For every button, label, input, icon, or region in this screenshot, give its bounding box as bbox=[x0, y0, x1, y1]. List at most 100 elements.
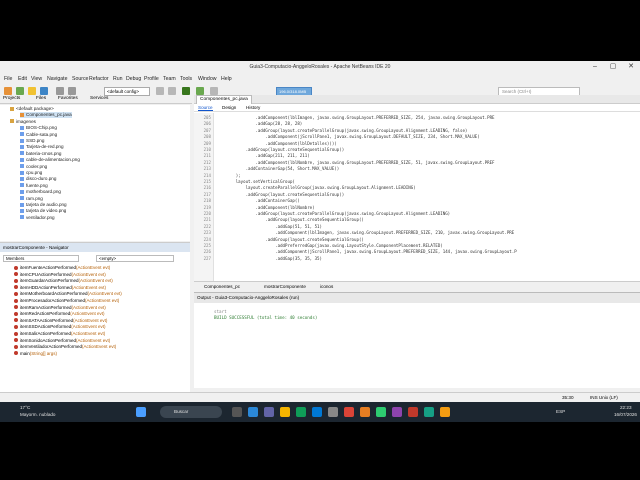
image-file-icon bbox=[20, 144, 24, 149]
store-icon[interactable] bbox=[312, 407, 322, 417]
tree-item[interactable]: ventilador.png bbox=[20, 215, 55, 221]
edge-icon[interactable] bbox=[296, 407, 306, 417]
navigator-member[interactable]: itemMotherboardActionPerformed(ActionEve… bbox=[14, 291, 122, 297]
chrome-icon[interactable] bbox=[344, 407, 354, 417]
task-view-icon[interactable] bbox=[232, 407, 242, 417]
navigator-member[interactable]: itemHDDActionPerformed(ActionEvent evt) bbox=[14, 285, 106, 291]
menu-help[interactable]: Help bbox=[221, 76, 232, 82]
navigator-member[interactable]: itemSalirActionPerformed(ActionEvent evt… bbox=[14, 331, 105, 337]
tree-item[interactable]: SSD.png bbox=[20, 138, 44, 144]
menu-view[interactable]: View bbox=[31, 76, 42, 82]
navigator-member[interactable]: itemProcesadorActionPerformed(ActionEven… bbox=[14, 298, 119, 304]
menu-debug[interactable]: Debug bbox=[126, 76, 141, 82]
vs-icon[interactable] bbox=[392, 407, 402, 417]
start-icon[interactable] bbox=[136, 407, 146, 417]
navigator-scope-select[interactable]: <empty> bbox=[96, 255, 174, 262]
menu-window[interactable]: Window bbox=[198, 76, 216, 82]
navigator-member[interactable]: itemSATAActionPerformed(ActionEvent evt) bbox=[14, 318, 107, 324]
new-project-icon[interactable] bbox=[4, 87, 12, 95]
tree-item-label: tarjeta de video.png bbox=[26, 208, 67, 214]
build-icon[interactable] bbox=[156, 87, 164, 95]
navigator-filter-select[interactable]: Members bbox=[3, 255, 79, 262]
tab-favorites[interactable]: Favorites bbox=[58, 96, 78, 101]
navigator-member[interactable]: main(String[] args) bbox=[14, 351, 57, 357]
menu-refactor[interactable]: Refactor bbox=[89, 76, 109, 82]
settings-icon[interactable] bbox=[328, 407, 338, 417]
code-area[interactable]: 205 206 207 208 209 210 211 212 213 214 215 216 217 2… bbox=[194, 113, 640, 281]
navigator-member[interactable]: itemRedActionPerformed(ActionEvent evt) bbox=[14, 311, 105, 317]
tree-item[interactable]: Componentes_pc.java bbox=[20, 112, 72, 119]
navigator-member[interactable]: itemGuardarActionPerformed(ActionEvent e… bbox=[14, 278, 113, 284]
breadcrumb-item[interactable]: Componentes_pc bbox=[204, 284, 240, 289]
navigator-member[interactable]: itemSonidoActionPerformed(ActionEvent ev… bbox=[14, 338, 110, 344]
subtab-source[interactable]: Source bbox=[198, 105, 213, 111]
minimize-button[interactable]: – bbox=[586, 62, 604, 72]
language-indicator[interactable]: ESP bbox=[556, 409, 565, 414]
tree-item[interactable]: BIOS-Chip.png bbox=[20, 125, 57, 131]
breadcrumb-item[interactable]: mostrarComponente bbox=[264, 284, 306, 289]
tree-item[interactable]: <default package> bbox=[10, 106, 54, 112]
tree-item[interactable]: Tarjeta-de-red.png bbox=[20, 144, 64, 150]
tab-services[interactable]: Services bbox=[90, 96, 108, 101]
teams-icon[interactable] bbox=[264, 407, 274, 417]
member-args: (ActionEvent evt) bbox=[70, 311, 105, 317]
clean-build-icon[interactable] bbox=[168, 87, 176, 95]
menu-tools[interactable]: Tools bbox=[180, 76, 192, 82]
profile-icon[interactable] bbox=[210, 87, 218, 95]
menu-run[interactable]: Run bbox=[113, 76, 123, 82]
menu-source[interactable]: Source bbox=[72, 76, 88, 82]
taskbar-search[interactable]: Buscar bbox=[160, 406, 222, 418]
menu-edit[interactable]: Edit bbox=[18, 76, 27, 82]
app2-icon[interactable] bbox=[408, 407, 418, 417]
netbeans-icon[interactable] bbox=[360, 407, 370, 417]
tree-item[interactable]: ram.png bbox=[20, 196, 43, 202]
new-file-icon[interactable] bbox=[16, 87, 24, 95]
save-all-icon[interactable] bbox=[40, 87, 48, 95]
tree-item[interactable]: Cable-sata.png bbox=[20, 132, 57, 138]
tree-item[interactable]: tarjeta de video.png bbox=[20, 208, 66, 214]
weather-temp[interactable]: 17°C bbox=[20, 405, 30, 410]
image-file-icon bbox=[20, 125, 24, 130]
tree-item[interactable]: fuente.png bbox=[20, 183, 48, 189]
navigator-member[interactable]: itemRamActionPerformed(ActionEvent evt) bbox=[14, 305, 106, 311]
tree-item[interactable]: cooler.png bbox=[20, 164, 47, 170]
clock-time[interactable]: 22:23 bbox=[620, 405, 632, 410]
open-project-icon[interactable] bbox=[28, 87, 36, 95]
tree-item[interactable]: bateria-cmos.png bbox=[20, 151, 62, 157]
menu-navigate[interactable]: Navigate bbox=[47, 76, 67, 82]
clock-date[interactable]: 16/07/2026 bbox=[614, 412, 637, 417]
tab-projects[interactable]: Projects bbox=[3, 96, 20, 101]
app4-icon[interactable] bbox=[440, 407, 450, 417]
redo-icon[interactable] bbox=[68, 87, 76, 95]
tree-item[interactable]: disco-duro.png bbox=[20, 176, 56, 182]
tab-files[interactable]: Files bbox=[36, 96, 46, 101]
debug-icon[interactable] bbox=[196, 87, 204, 95]
menu-team[interactable]: Team bbox=[163, 76, 176, 82]
navigator-member[interactable]: itemFuenteActionPerformed(ActionEvent ev… bbox=[14, 265, 110, 271]
maximize-button[interactable]: ▢ bbox=[604, 62, 622, 72]
subtab-history[interactable]: History bbox=[246, 105, 260, 110]
breadcrumb-item[interactable]: iconos bbox=[320, 284, 333, 289]
navigator-member[interactable]: itemVentiladorActionPerformed(ActionEven… bbox=[14, 344, 116, 350]
tree-item[interactable]: cable-de-alimentacion.png bbox=[20, 157, 80, 163]
menu-file[interactable]: File bbox=[4, 76, 12, 82]
widgets-icon[interactable] bbox=[248, 407, 258, 417]
navigator-member[interactable]: itemCPUActionPerformed(ActionEvent evt) bbox=[14, 272, 106, 278]
app3-icon[interactable] bbox=[424, 407, 434, 417]
editor-tab-componentes[interactable]: Componentes_pc.java bbox=[196, 95, 252, 104]
subtab-design[interactable]: Design bbox=[222, 105, 236, 110]
close-button[interactable]: ✕ bbox=[622, 62, 640, 72]
tree-item[interactable]: imagenes bbox=[10, 119, 36, 125]
tree-item[interactable]: cpu.png bbox=[20, 170, 42, 176]
file-explorer-icon[interactable] bbox=[280, 407, 290, 417]
output-tab[interactable]: Output - Guia3-Computacio-AnggeloRosales… bbox=[194, 293, 640, 303]
tree-item[interactable]: tarjeta de audio.png bbox=[20, 202, 67, 208]
tree-item[interactable]: motherboard.png bbox=[20, 189, 61, 195]
code-line[interactable]: .addGap(35, 35, 35) bbox=[216, 256, 322, 262]
weather-desc[interactable]: Mayorm. nublado bbox=[20, 412, 56, 417]
undo-icon[interactable] bbox=[56, 87, 64, 95]
navigator-member[interactable]: itemSSDActionPerformed(ActionEvent evt) bbox=[14, 324, 106, 330]
app-icon[interactable] bbox=[376, 407, 386, 417]
run-icon[interactable] bbox=[182, 87, 190, 95]
menu-profile[interactable]: Profile bbox=[144, 76, 159, 82]
